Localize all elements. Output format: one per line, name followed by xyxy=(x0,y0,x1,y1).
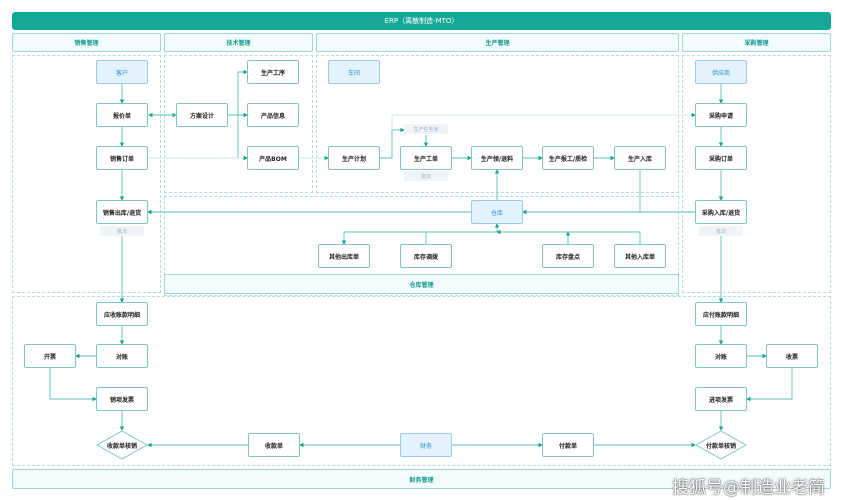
batch-tag: 批次 xyxy=(100,226,144,236)
node-receipt[interactable]: 收款单 xyxy=(248,433,300,457)
node-report[interactable]: 生产报工/质检 xyxy=(542,146,594,170)
node-sales-invoice[interactable]: 销项发票 xyxy=(96,387,148,411)
node-product-info[interactable]: 产品信息 xyxy=(247,103,299,127)
node-payment-verify[interactable]: 付款单核销 xyxy=(695,430,747,460)
node-other-in[interactable]: 其他入库单 xyxy=(614,244,666,268)
node-customer[interactable]: 客户 xyxy=(96,60,148,84)
node-solution[interactable]: 方案设计 xyxy=(176,103,228,127)
node-prod-in[interactable]: 生产入库 xyxy=(614,146,666,170)
node-other-out[interactable]: 其他出库单 xyxy=(318,244,370,268)
node-pur-in[interactable]: 采购入库/退货 xyxy=(695,200,747,224)
node-ar[interactable]: 应收账款明细 xyxy=(96,302,148,326)
node-receipt-verify[interactable]: 收款单核销 xyxy=(96,430,148,460)
node-ap-check[interactable]: 对账 xyxy=(695,344,747,368)
node-input-invoice[interactable]: 进项发票 xyxy=(695,387,747,411)
node-ar-check[interactable]: 对账 xyxy=(96,344,148,368)
node-pur-req[interactable]: 采购申请 xyxy=(695,103,747,127)
task-pool-tag: 生产任务池 xyxy=(404,124,448,134)
node-transfer[interactable]: 库存调拨 xyxy=(400,244,452,268)
node-bom[interactable]: 产品BOM xyxy=(247,146,299,170)
node-sales-order[interactable]: 销售订单 xyxy=(96,146,148,170)
node-plan[interactable]: 生产计划 xyxy=(328,146,380,170)
node-supplier[interactable]: 供应商 xyxy=(695,60,747,84)
watermark: 搜狐号@制造业老简 xyxy=(672,478,825,498)
node-ap[interactable]: 应付账款明细 xyxy=(695,302,747,326)
batch-tag: 批次 xyxy=(699,226,743,236)
node-stocktake[interactable]: 库存盘点 xyxy=(542,244,594,268)
node-finance[interactable]: 财务 xyxy=(400,433,452,457)
node-payment[interactable]: 付款单 xyxy=(542,433,594,457)
node-quote[interactable]: 报价单 xyxy=(96,103,148,127)
node-label: 付款单核销 xyxy=(705,442,736,450)
node-material[interactable]: 生产领/退料 xyxy=(471,146,523,170)
node-work-order[interactable]: 生产工单 xyxy=(400,146,452,170)
node-invoice-out[interactable]: 开票 xyxy=(24,344,76,368)
node-label: 收款单核销 xyxy=(106,442,137,450)
node-warehouse[interactable]: 仓库 xyxy=(471,200,523,224)
node-process[interactable]: 生产工序 xyxy=(247,60,299,84)
node-sales-out[interactable]: 销售出库/退货 xyxy=(96,200,148,224)
node-invoice-in[interactable]: 收票 xyxy=(766,344,818,368)
node-pur-order[interactable]: 采购订单 xyxy=(695,146,747,170)
node-workshop[interactable]: 车间 xyxy=(328,60,380,84)
erp-diagram: ERP（离散制造-MTO） 销售管理 技术管理 生产管理 采购管理 仓库管理 财… xyxy=(0,0,843,500)
batch-tag: 批次 xyxy=(404,171,448,181)
